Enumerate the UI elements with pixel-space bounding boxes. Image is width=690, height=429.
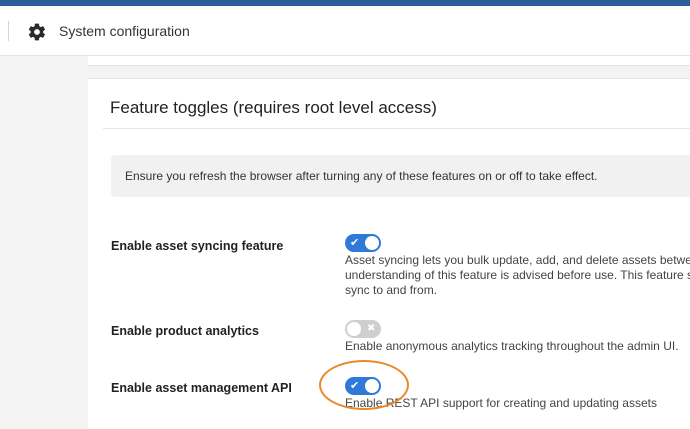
setting-label-product-analytics: Enable product analytics (111, 324, 259, 338)
setting-description-product-analytics: Enable anonymous analytics tracking thro… (345, 339, 679, 354)
description-line: sync to and from. (345, 283, 438, 297)
card-title-divider (103, 128, 690, 129)
page-title: System configuration (59, 23, 190, 39)
setting-description-asset-syncing: Asset syncing lets you bulk update, add,… (345, 253, 690, 298)
setting-label-asset-management-api: Enable asset management API (111, 381, 292, 395)
toggle-knob (365, 379, 379, 393)
setting-label-asset-syncing: Enable asset syncing feature (111, 239, 284, 253)
notice-text: Ensure you refresh the browser after tur… (125, 169, 598, 183)
page-header: System configuration (0, 6, 690, 56)
toggle-knob (365, 236, 379, 250)
previous-panel-edge (88, 56, 690, 66)
cross-icon: ✖ (367, 323, 376, 334)
description-line: Enable REST API support for creating and… (345, 396, 657, 410)
header-divider (8, 21, 9, 41)
description-line: Asset syncing lets you bulk update, add,… (345, 253, 690, 267)
description-line: Enable anonymous analytics tracking thro… (345, 339, 679, 353)
card-title: Feature toggles (requires root level acc… (110, 98, 437, 117)
product-analytics-toggle[interactable]: ✖ (345, 320, 381, 338)
check-icon: ✔ (350, 379, 360, 392)
asset-syncing-toggle[interactable]: ✔ (345, 234, 381, 252)
check-icon: ✔ (350, 236, 360, 249)
description-line: understanding of this feature is advised… (345, 268, 690, 282)
refresh-notice: Ensure you refresh the browser after tur… (111, 155, 690, 197)
asset-management-api-toggle[interactable]: ✔ (345, 377, 381, 395)
toggle-knob (347, 322, 361, 336)
feature-toggles-card: Feature toggles (requires root level acc… (88, 78, 690, 429)
setting-description-asset-management-api: Enable REST API support for creating and… (345, 396, 657, 411)
gear-icon (28, 23, 46, 41)
